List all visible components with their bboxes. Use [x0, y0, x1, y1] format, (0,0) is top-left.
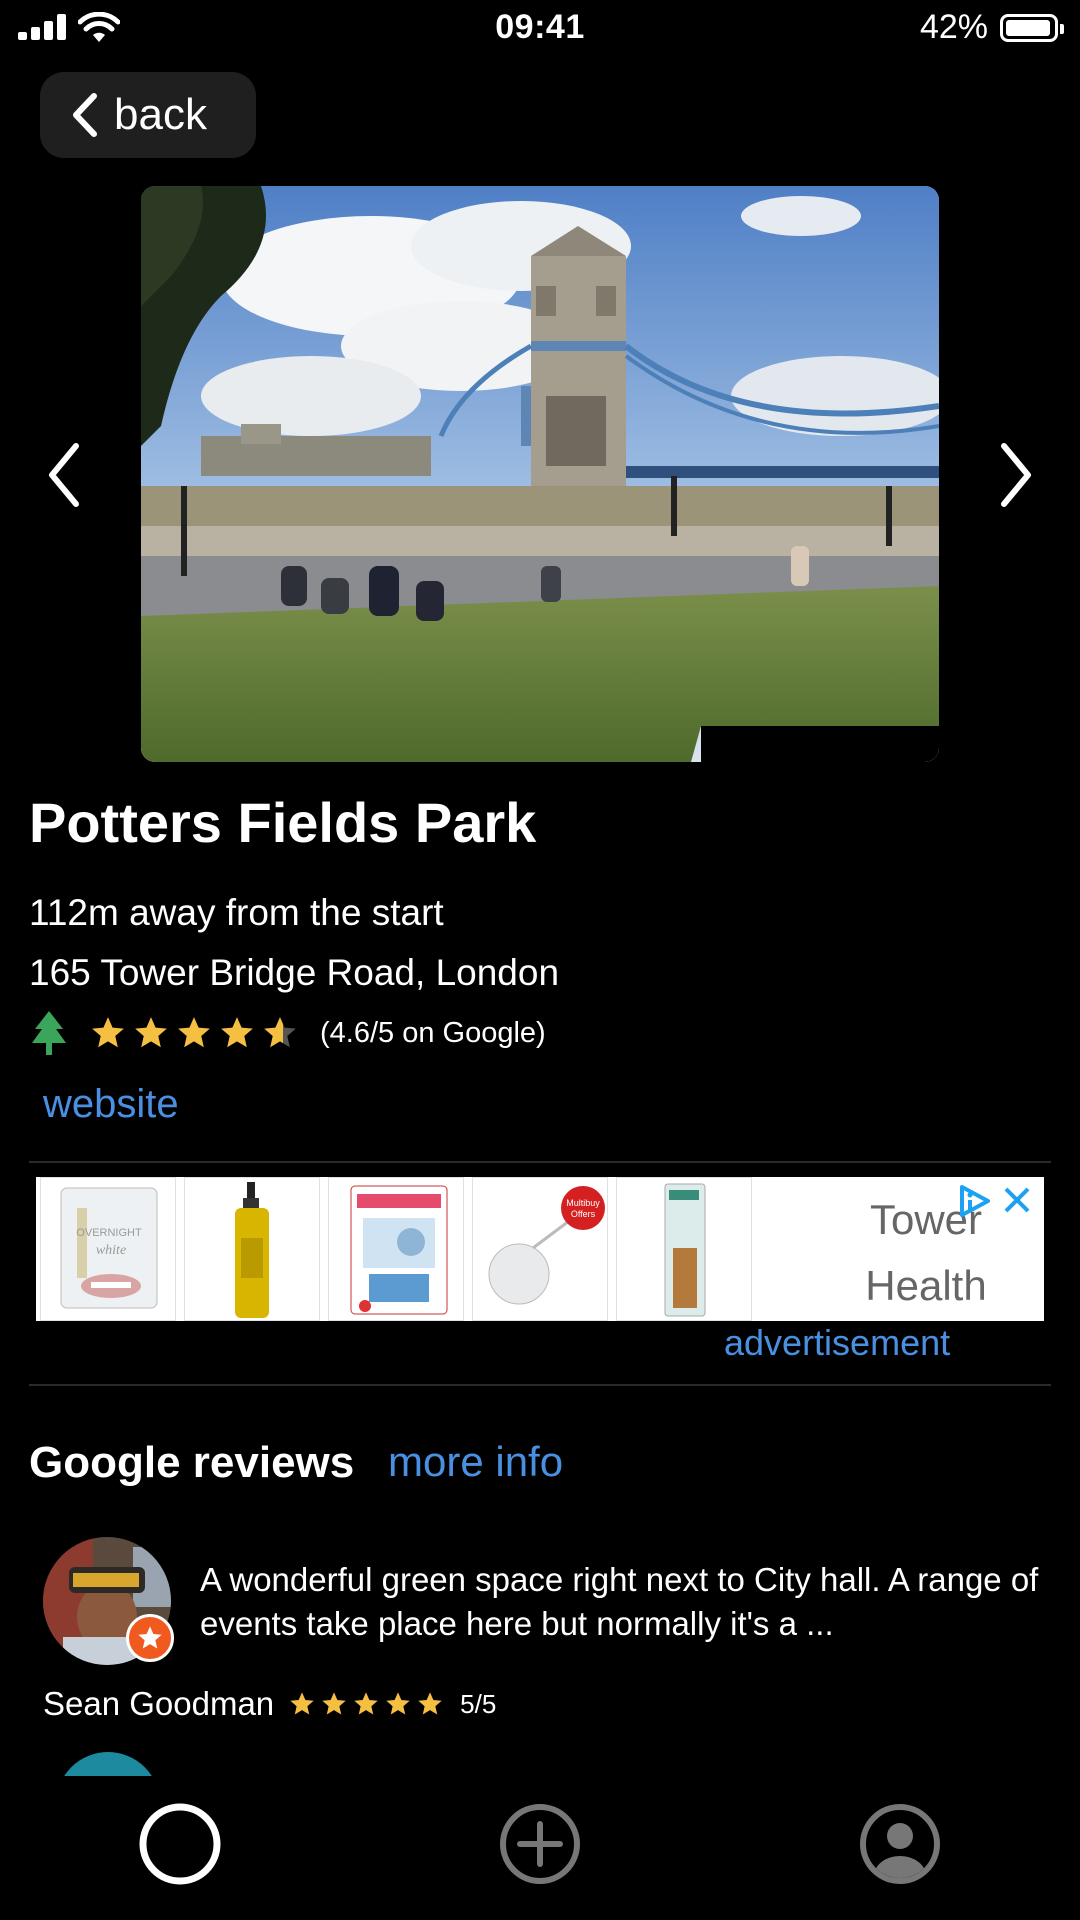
reviews-heading: Google reviews: [29, 1438, 355, 1487]
place-address: 165 Tower Bridge Road, London: [29, 952, 560, 993]
star-icon: [386, 1692, 410, 1715]
ad-tile-text: OVERNIGHT: [76, 1227, 142, 1239]
review-rating-stars: [288, 1690, 448, 1718]
back-button[interactable]: back: [40, 72, 256, 158]
ad-product-tile[interactable]: [184, 1177, 320, 1321]
profile-icon[interactable]: [858, 1802, 942, 1886]
reviewer-row: Sean Goodman 5/5: [43, 1684, 496, 1724]
status-bar: 09:41 42%: [0, 0, 1080, 58]
ad-product-tile[interactable]: OVERNIGHT white: [40, 1177, 176, 1321]
website-link[interactable]: website: [43, 1082, 179, 1127]
tree-icon: [32, 1011, 66, 1055]
star-icon: [178, 1017, 210, 1048]
ad-choices-icon[interactable]: [956, 1183, 992, 1219]
ad-brand-line: Health: [865, 1262, 987, 1309]
star-icon: [290, 1692, 314, 1715]
battery-icon: [1000, 14, 1064, 42]
place-photo: [141, 186, 939, 762]
plus-circle-icon[interactable]: [498, 1802, 582, 1886]
previous-photo-arrow[interactable]: [44, 440, 84, 510]
status-time: 09:41: [495, 8, 585, 46]
reviewer-name[interactable]: Sean Goodman: [43, 1685, 274, 1723]
place-rating-text: (4.6/5 on Google): [320, 1016, 546, 1049]
ad-badge-text: Multibuy: [566, 1198, 600, 1208]
place-rating: (4.6/5 on Google): [29, 1008, 546, 1058]
review-text: A wonderful green space right next to Ci…: [200, 1561, 1039, 1642]
ad-brand[interactable]: Tower Health: [826, 1187, 1026, 1319]
ad-product-tile[interactable]: [328, 1177, 464, 1321]
ad-banner[interactable]: OVERNIGHT white Multibuy Offers Tower He…: [36, 1177, 1044, 1321]
place-title: Potters Fields Park: [29, 791, 537, 854]
close-icon[interactable]: [1000, 1183, 1034, 1217]
chevron-left-icon: [73, 93, 97, 137]
place-distance: 112m away from the start: [29, 892, 444, 933]
more-info-link[interactable]: more info: [388, 1438, 563, 1486]
back-button-label: back: [114, 90, 207, 139]
ad-badge-text: Offers: [571, 1209, 596, 1219]
divider: [29, 1384, 1051, 1386]
ad-brand-line: Tower: [869, 1196, 983, 1243]
battery-percentage: 42%: [919, 8, 988, 46]
circle-icon[interactable]: [138, 1802, 222, 1886]
place-rating-stars: [89, 1014, 304, 1052]
star-icon: [264, 1017, 296, 1048]
star-icon: [221, 1017, 253, 1048]
local-guide-badge-icon: [126, 1614, 174, 1662]
star-icon: [354, 1692, 378, 1715]
ad-product-tile[interactable]: Multibuy Offers: [472, 1177, 608, 1321]
star-icon: [322, 1692, 346, 1715]
ad-product-tile[interactable]: [616, 1177, 752, 1321]
next-photo-arrow[interactable]: [996, 440, 1036, 510]
divider: [29, 1161, 1051, 1163]
ad-label: advertisement: [724, 1322, 951, 1363]
star-icon: [418, 1692, 442, 1715]
star-icon: [92, 1017, 124, 1048]
ad-tile-text: white: [96, 1243, 126, 1258]
star-icon: [135, 1017, 167, 1048]
review-score: 5/5: [460, 1688, 497, 1719]
